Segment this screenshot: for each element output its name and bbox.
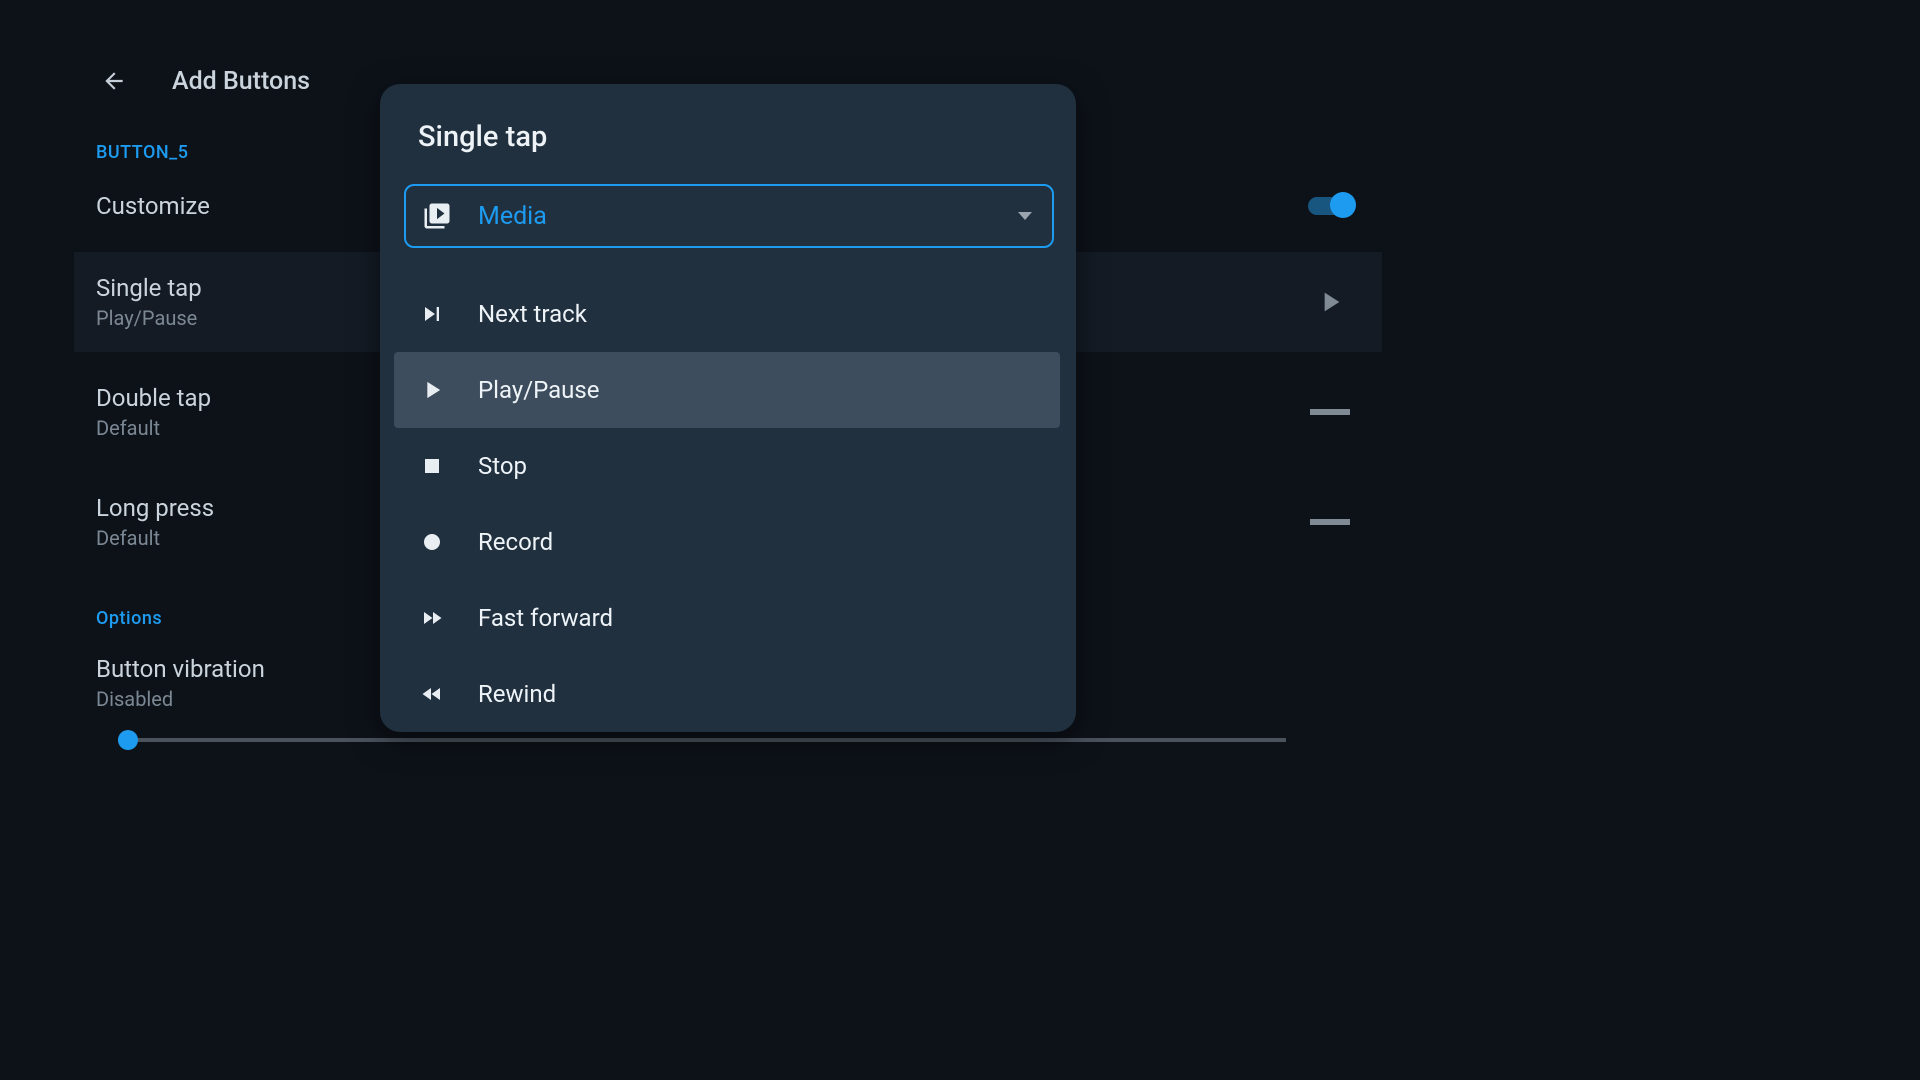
switch-thumb bbox=[1330, 192, 1356, 218]
section-label-options: Options bbox=[96, 608, 162, 629]
option-label: Record bbox=[478, 528, 553, 556]
dropdown-selected-label: Media bbox=[478, 202, 547, 231]
option-stop[interactable]: Stop bbox=[394, 428, 1060, 504]
dash-icon bbox=[1300, 502, 1360, 542]
option-fast-forward[interactable]: Fast forward bbox=[394, 580, 1060, 656]
double-tap-title: Double tap bbox=[96, 384, 211, 412]
back-icon[interactable] bbox=[100, 67, 128, 95]
stop-icon bbox=[410, 451, 454, 481]
option-play-pause[interactable]: Play/Pause bbox=[394, 352, 1060, 428]
vibration-subtitle: Disabled bbox=[96, 687, 265, 711]
single-tap-subtitle: Play/Pause bbox=[96, 306, 202, 330]
rewind-icon bbox=[410, 679, 454, 709]
option-label: Stop bbox=[478, 452, 527, 480]
section-label-button: BUTTON_5 bbox=[96, 142, 188, 163]
fast-forward-icon bbox=[410, 603, 454, 633]
long-press-title: Long press bbox=[96, 494, 214, 522]
chevron-down-icon bbox=[1018, 212, 1032, 220]
option-rewind[interactable]: Rewind bbox=[394, 656, 1060, 732]
next-track-icon bbox=[410, 299, 454, 329]
customize-label: Customize bbox=[96, 192, 210, 220]
vibration-slider-track[interactable] bbox=[118, 738, 1286, 742]
screen: Add Buttons BUTTON_5 Customize Single ta… bbox=[0, 0, 1456, 816]
vibration-slider-thumb[interactable] bbox=[118, 730, 138, 750]
record-icon bbox=[410, 527, 454, 557]
page-title: Add Buttons bbox=[172, 67, 310, 96]
option-label: Play/Pause bbox=[478, 376, 600, 404]
long-press-subtitle: Default bbox=[96, 526, 214, 550]
option-next-track[interactable]: Next track bbox=[394, 276, 1060, 352]
option-label: Next track bbox=[478, 300, 587, 328]
dash-icon bbox=[1300, 392, 1360, 432]
customize-switch[interactable] bbox=[1300, 186, 1360, 226]
option-label: Rewind bbox=[478, 680, 556, 708]
play-icon bbox=[1300, 282, 1360, 322]
media-collection-icon bbox=[420, 199, 454, 233]
vibration-title: Button vibration bbox=[96, 655, 265, 683]
dialog-title: Single tap bbox=[380, 120, 1076, 154]
action-option-list: Next track Play/Pause Stop Record bbox=[380, 276, 1076, 732]
switch-track bbox=[1308, 197, 1352, 215]
play-icon bbox=[410, 375, 454, 405]
option-record[interactable]: Record bbox=[394, 504, 1060, 580]
single-tap-dialog: Single tap Media Next track Play/Pause bbox=[380, 84, 1076, 732]
page-header: Add Buttons bbox=[0, 56, 310, 106]
option-label: Fast forward bbox=[478, 604, 613, 632]
category-dropdown[interactable]: Media bbox=[404, 184, 1054, 248]
double-tap-subtitle: Default bbox=[96, 416, 211, 440]
single-tap-title: Single tap bbox=[96, 274, 202, 302]
